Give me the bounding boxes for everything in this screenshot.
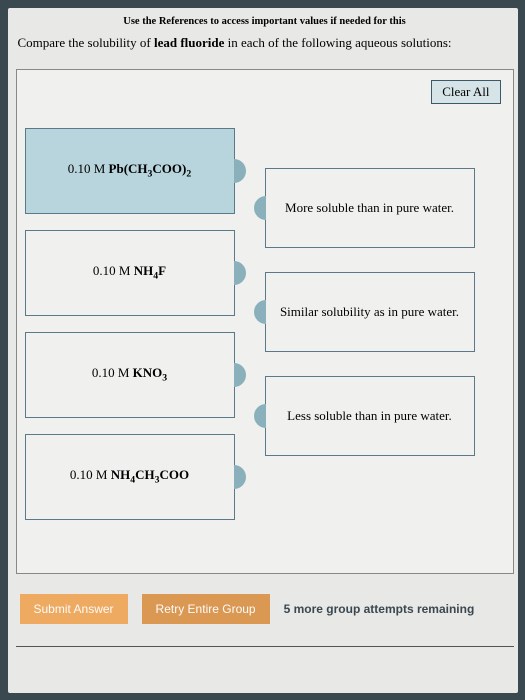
submit-button[interactable]: Submit Answer: [20, 594, 128, 624]
matching-panel: Clear All 0.10 M Pb(CH3COO)2 0.10 M NH4F…: [16, 69, 514, 574]
drop-handle-icon: [254, 300, 266, 324]
drop-handle-icon: [254, 196, 266, 220]
question-post: in each of the following aqueous solutio…: [224, 35, 451, 50]
app-screen: Use the References to access important v…: [8, 8, 518, 693]
drag-handle-icon[interactable]: [234, 363, 246, 387]
drag-handle-icon[interactable]: [234, 159, 246, 183]
target-label: Less soluble than in pure water.: [287, 408, 452, 424]
retry-button[interactable]: Retry Entire Group: [142, 594, 270, 624]
drop-handle-icon: [254, 404, 266, 428]
solutions-column: 0.10 M Pb(CH3COO)2 0.10 M NH4F 0.10 M KN…: [25, 128, 235, 536]
solution-item[interactable]: 0.10 M NH4CH3COO: [25, 434, 235, 520]
drag-handle-icon[interactable]: [234, 465, 246, 489]
columns: 0.10 M Pb(CH3COO)2 0.10 M NH4F 0.10 M KN…: [25, 128, 505, 536]
drop-target[interactable]: Less soluble than in pure water.: [265, 376, 475, 456]
drop-target[interactable]: Similar solubility as in pure water.: [265, 272, 475, 352]
reference-note: Use the References to access important v…: [16, 16, 514, 27]
solution-item[interactable]: 0.10 M Pb(CH3COO)2: [25, 128, 235, 214]
solution-label: 0.10 M KNO3: [92, 365, 167, 384]
footer: Submit Answer Retry Entire Group 5 more …: [16, 594, 514, 628]
targets-column: More soluble than in pure water. Similar…: [265, 168, 475, 536]
clear-all-button[interactable]: Clear All: [431, 80, 500, 104]
question-pre: Compare the solubility of: [18, 35, 154, 50]
target-label: Similar solubility as in pure water.: [280, 304, 459, 320]
attempts-remaining: 5 more group attempts remaining: [284, 602, 475, 616]
drag-handle-icon[interactable]: [234, 261, 246, 285]
drop-target[interactable]: More soluble than in pure water.: [265, 168, 475, 248]
divider: [16, 646, 514, 647]
solution-label: 0.10 M Pb(CH3COO)2: [68, 161, 192, 180]
target-label: More soluble than in pure water.: [285, 200, 454, 216]
solution-label: 0.10 M NH4F: [93, 263, 166, 282]
question-bold: lead fluoride: [154, 35, 224, 50]
solution-label: 0.10 M NH4CH3COO: [70, 467, 189, 486]
solution-item[interactable]: 0.10 M NH4F: [25, 230, 235, 316]
solution-item[interactable]: 0.10 M KNO3: [25, 332, 235, 418]
question-text: Compare the solubility of lead fluoride …: [16, 35, 514, 51]
